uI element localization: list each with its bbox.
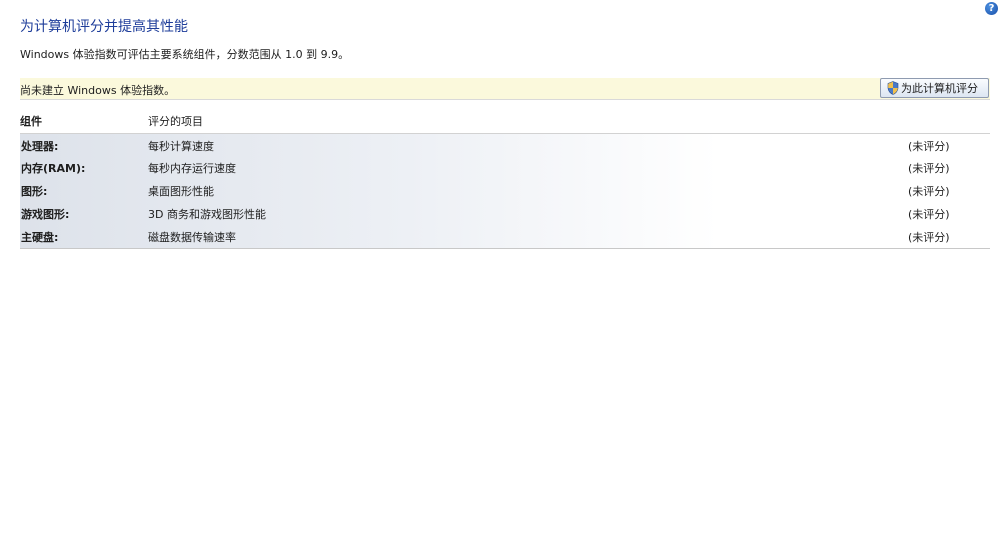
table-header-row: 组件 评分的项目 <box>20 109 990 134</box>
row-score: (未评分) <box>908 185 950 198</box>
row-rated-item: 每秒计算速度 <box>148 140 214 154</box>
page-description: Windows 体验指数可评估主要系统组件，分数范围从 1.0 到 9.9。 <box>20 48 350 61</box>
table-row: 主硬盘: 磁盘数据传输速率 (未评分) <box>20 225 990 249</box>
row-score: (未评分) <box>908 162 950 175</box>
rate-computer-button[interactable]: 为此计算机评分 <box>880 78 989 98</box>
row-component: 主硬盘: <box>21 230 59 244</box>
rate-button-label: 为此计算机评分 <box>901 82 978 95</box>
row-score: (未评分) <box>908 230 950 244</box>
status-bar: 尚未建立 Windows 体验指数。 为此计算机评分 <box>20 78 990 100</box>
table-row: 游戏图形: 3D 商务和游戏图形性能 (未评分) <box>20 202 990 226</box>
row-component: 游戏图形: <box>21 208 70 221</box>
score-table: 组件 评分的项目 处理器: 每秒计算速度 (未评分) 内存(RAM): 每秒内存… <box>20 109 990 249</box>
row-rated-item: 桌面图形性能 <box>148 185 214 198</box>
status-message: 尚未建立 Windows 体验指数。 <box>20 84 176 97</box>
row-score: (未评分) <box>908 208 950 221</box>
table-row: 图形: 桌面图形性能 (未评分) <box>20 179 990 203</box>
column-header-component: 组件 <box>20 109 148 134</box>
table-row: 处理器: 每秒计算速度 (未评分) <box>20 133 990 157</box>
help-icon[interactable]: ? <box>985 2 998 15</box>
row-rated-item: 磁盘数据传输速率 <box>148 230 236 244</box>
row-score: (未评分) <box>908 140 950 154</box>
page-title: 为计算机评分并提高其性能 <box>20 19 188 35</box>
row-rated-item: 3D 商务和游戏图形性能 <box>148 208 266 221</box>
column-header-score <box>908 109 990 134</box>
row-component: 处理器: <box>21 140 59 154</box>
row-rated-item: 每秒内存运行速度 <box>148 162 236 175</box>
table-row: 内存(RAM): 每秒内存运行速度 (未评分) <box>20 156 990 180</box>
row-component: 内存(RAM): <box>21 162 86 175</box>
shield-icon <box>887 81 899 95</box>
row-component: 图形: <box>21 185 48 198</box>
column-header-rated-item: 评分的项目 <box>148 109 908 134</box>
